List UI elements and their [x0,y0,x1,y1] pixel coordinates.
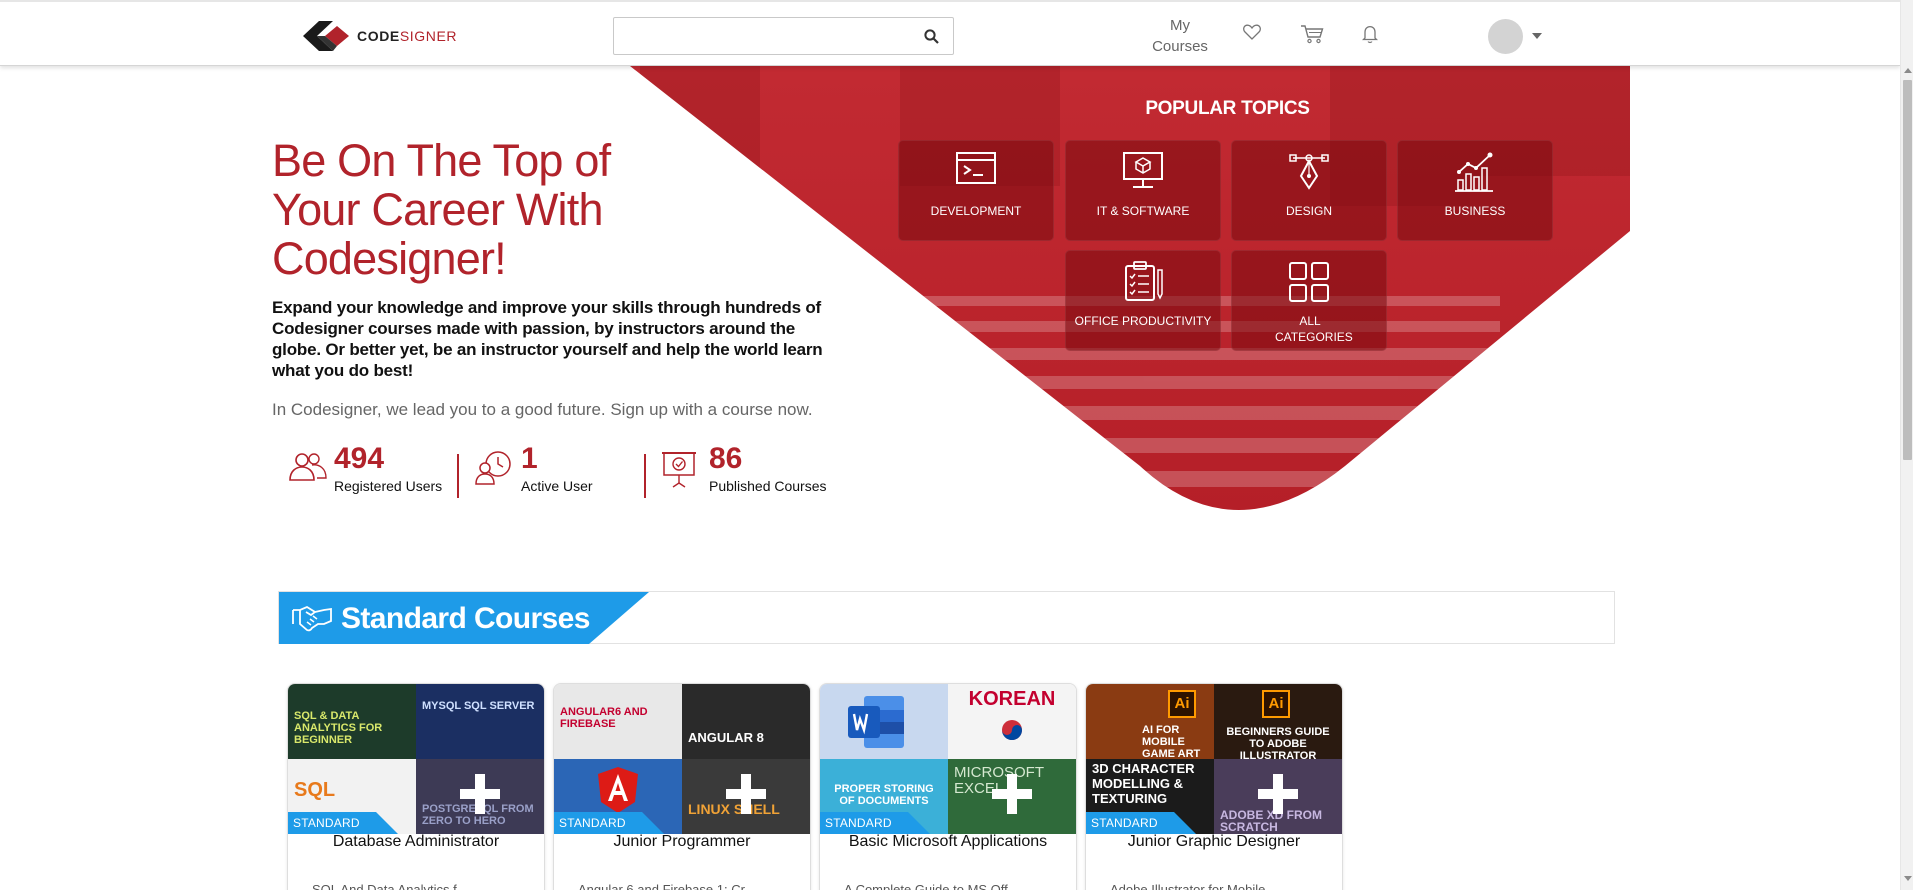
topic-label: ALL CATEGORIES [1275,314,1353,344]
course-thumbnail: ANGULAR 8 [682,684,810,759]
stat-value: 1 [521,442,538,475]
my-courses-link[interactable]: My Courses [1148,15,1212,57]
topic-business[interactable]: BUSINESS [1397,140,1553,241]
topic-all-categories[interactable]: ALL CATEGORIES [1231,250,1387,351]
course-subtitle: A Complete Guide to MS Off... [844,882,1019,890]
korea-flag-icon [1002,720,1022,740]
presentation-icon [662,452,696,488]
hero-title: Be On The Top of Your Career With Codesi… [272,136,692,283]
course-card[interactable]: KOREAN PROPER STORING OF DOCUMENTS MICRO… [819,683,1077,890]
plus-icon [1256,772,1300,816]
users-icon [289,453,327,481]
pen-tool-icon [1289,154,1329,190]
top-navbar: CODESIGNER My Courses [0,0,1900,66]
course-card[interactable]: AI FOR MOBILE GAME ART Ai Ai BEGINNERS G… [1085,683,1343,890]
illustrator-logo-icon: Ai [1262,690,1290,718]
stat-value: 86 [709,442,743,475]
logo[interactable]: CODESIGNER [303,19,457,53]
topic-label: OFFICE PRODUCTIVITY [1074,314,1212,328]
monitor-icon [1123,152,1163,188]
stat-label: Registered Users [334,478,443,494]
hero-lead-text: In Codesigner, we lead you to a good fut… [272,400,813,419]
search-box [613,17,954,55]
scroll-thumb[interactable] [1903,80,1912,460]
course-thumbnail: Ai BEGINNERS GUIDE TO ADOBE ILLUSTRATOR [1214,684,1342,759]
course-title: Basic Microsoft Applications [848,833,1048,850]
plus-icon [990,772,1034,816]
course-thumbnail: KOREAN [948,684,1076,759]
topic-label: DEVELOPMENT [930,204,1022,218]
course-subtitle: Angular 6 and Firebase 1: Cr... [578,882,756,890]
topic-design[interactable]: DESIGN [1231,140,1387,241]
word-logo-icon [848,696,904,748]
course-thumbnail: AI FOR MOBILE GAME ART Ai [1086,684,1214,759]
course-badge: STANDARD [559,816,626,830]
stat-value: 494 [334,442,385,475]
page: CODESIGNER My Courses Be On The Top of Y… [0,0,1913,890]
course-subtitle: SQL And Data Analytics f... [312,882,468,890]
search-icon[interactable] [924,29,939,44]
course-thumbnail: ANGULAR6 AND FIREBASE [554,684,682,759]
course-title: Database Administrator [332,833,500,850]
topic-office-productivity[interactable]: OFFICE PRODUCTIVITY [1065,250,1221,351]
logo-text: CODESIGNER [357,28,458,44]
search-input[interactable] [614,18,914,54]
section-title: Standard Courses [341,602,590,635]
plus-icon [458,772,502,816]
scrollbar[interactable] [1900,0,1913,890]
stat-label: Active User [521,478,593,494]
hero-description: Expand your knowledge and improve your s… [272,298,823,380]
topic-label: BUSINESS [1444,204,1506,218]
topic-label: DESIGN [1285,204,1332,218]
course-badge: STANDARD [825,816,892,830]
cart-icon[interactable] [1300,24,1324,44]
angular-logo-icon [598,767,638,813]
hero-title-line3: Codesigner! [272,233,507,284]
stat-divider [644,454,646,498]
avatar[interactable] [1488,19,1523,54]
popular-topics-title: POPULAR TOPICS [1145,98,1310,119]
grid-icon [1289,262,1329,302]
stat-label: Published Courses [709,478,827,494]
clipboard-icon [1125,261,1163,301]
bar-chart-icon [1455,152,1493,192]
scroll-up-arrow-icon[interactable] [1904,68,1912,73]
handshake-icon [292,605,332,632]
active-user-icon [475,451,511,485]
scroll-down-arrow-icon[interactable] [1904,876,1912,881]
topic-it-software[interactable]: IT & SOFTWARE [1065,140,1221,241]
course-thumbnail [820,684,948,759]
stat-published-courses: 86 Published Courses [662,443,832,499]
topic-development[interactable]: DEVELOPMENT [898,140,1054,241]
course-title: Junior Programmer [613,833,751,850]
plus-icon [724,772,768,816]
course-thumbnail: MYSQL SQL SERVER [416,684,544,759]
hero-title-line2: Your Career With [272,184,603,235]
my-courses-line2: Courses [1152,38,1208,55]
stat-registered-users: 494 Registered Users [288,443,448,499]
standard-courses-header: Standard Courses [278,591,1615,644]
stat-active-user: 1 Active User [474,443,624,499]
hero-title-line1: Be On The Top of [272,135,611,186]
bell-icon[interactable] [1362,24,1378,44]
logo-icon [303,21,349,51]
course-card[interactable]: SQL & DATA ANALYTICS FOR BEGINNER MYSQL … [287,683,545,890]
terminal-icon [956,152,996,184]
course-title: Junior Graphic Designer [1127,833,1301,850]
stat-divider [457,454,459,498]
course-badge: STANDARD [1091,816,1158,830]
course-badge: STANDARD [293,816,360,830]
heart-icon[interactable] [1243,24,1261,40]
course-card[interactable]: ANGULAR6 AND FIREBASE ANGULAR 8 LINUX SH… [553,683,811,890]
topic-label: IT & SOFTWARE [1096,204,1190,218]
illustrator-logo-icon: Ai [1168,690,1196,718]
my-courses-line1: My [1170,17,1190,34]
chevron-down-icon[interactable] [1532,33,1542,39]
course-subtitle: Adobe Illustrator for Mobile... [1110,882,1277,890]
course-thumbnail: SQL & DATA ANALYTICS FOR BEGINNER [288,684,416,759]
